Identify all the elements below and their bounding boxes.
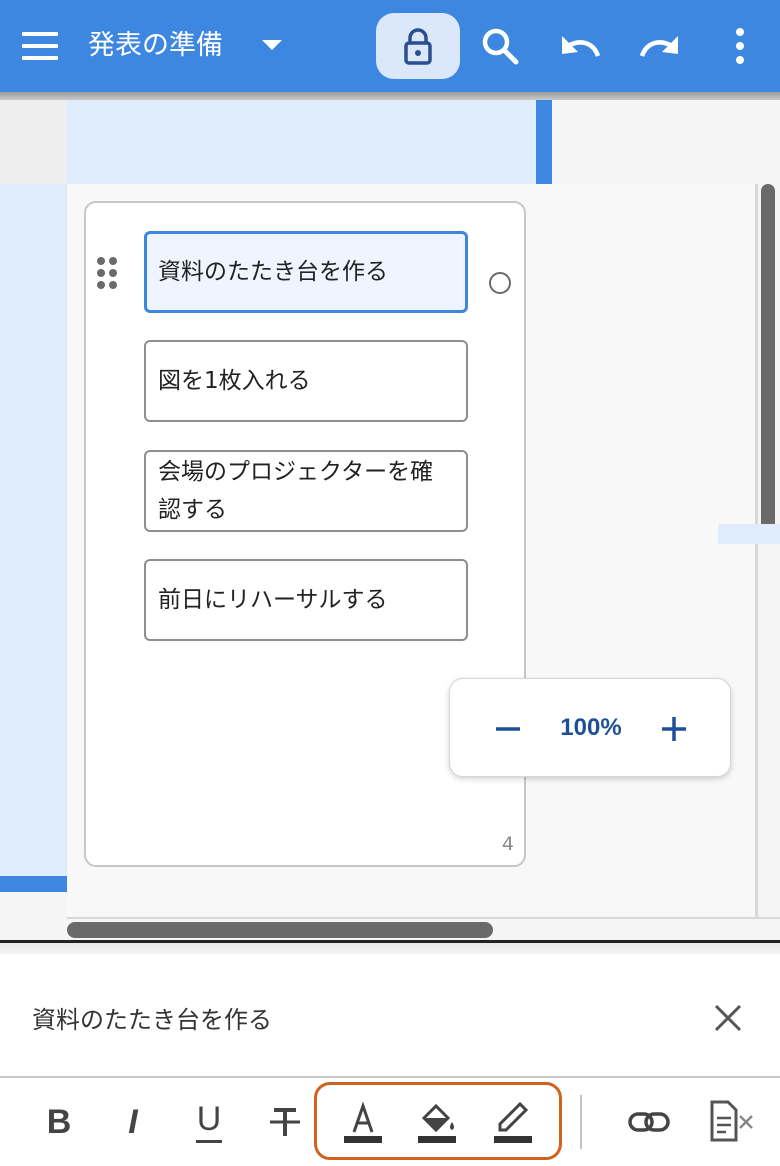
undo-icon[interactable] — [558, 24, 602, 68]
search-icon[interactable] — [478, 24, 522, 68]
lock-icon — [404, 28, 432, 65]
zoom-out-icon[interactable] — [488, 709, 528, 749]
app: 発表の準備 資料のたたき台を作る 図を1枚入れる 会場のプロジェクターを確認する… — [0, 0, 780, 1166]
vertical-scrollbar[interactable] — [761, 184, 775, 532]
edit-text-field[interactable]: 資料のたたき台を作る — [32, 1002, 272, 1038]
horizontal-scrollbar[interactable] — [67, 922, 493, 938]
border-color-icon[interactable] — [488, 1100, 538, 1144]
underline-letter: U — [196, 1100, 222, 1138]
redo-icon[interactable] — [638, 24, 682, 68]
panel-divider[interactable] — [0, 940, 780, 954]
horizontal-scroll-track — [67, 917, 780, 919]
lock-button[interactable] — [376, 13, 460, 79]
radio-button[interactable] — [489, 272, 511, 294]
text-color-icon[interactable] — [338, 1100, 388, 1144]
app-bar-shadow — [0, 92, 780, 100]
toolbar-separator — [580, 1095, 582, 1149]
clear-format-icon[interactable] — [706, 1100, 762, 1144]
close-icon[interactable] — [706, 996, 750, 1040]
list-item[interactable]: 資料のたたき台を作る — [144, 231, 468, 313]
strikethrough-icon[interactable] — [260, 1100, 310, 1144]
right-ruler-marker — [718, 524, 780, 544]
fill-color-icon[interactable] — [412, 1100, 462, 1144]
left-ruler-marker — [0, 876, 67, 892]
list-item[interactable]: 図を1枚入れる — [144, 340, 468, 422]
list-item-text: 資料のたたき台を作る — [158, 259, 388, 285]
page-number: 4 — [501, 833, 514, 855]
underline-icon[interactable]: U — [184, 1100, 234, 1144]
left-ruler — [0, 184, 67, 876]
more-vert-icon[interactable] — [718, 24, 762, 68]
divider — [0, 1076, 780, 1078]
menu-icon[interactable] — [16, 26, 64, 66]
text-edit-panel: 資料のたたき台を作る B I U — [0, 954, 780, 1166]
drag-handle-icon[interactable] — [94, 255, 120, 291]
list-item-text: 会場のプロジェクターを確認する — [158, 459, 434, 523]
zoom-control: 100% — [449, 678, 731, 777]
vertical-scroll-track — [755, 184, 758, 918]
link-icon[interactable] — [624, 1100, 674, 1144]
zoom-in-icon[interactable] — [654, 709, 694, 749]
top-ruler — [67, 100, 552, 184]
top-ruler-marker — [536, 100, 552, 184]
list-item-text: 図を1枚入れる — [158, 368, 311, 394]
underline-bar — [196, 1140, 222, 1143]
bold-icon[interactable]: B — [34, 1100, 84, 1144]
zoom-level: 100% — [560, 714, 622, 741]
top-app-bar: 発表の準備 — [0, 0, 780, 100]
list-item[interactable]: 会場のプロジェクターを確認する — [144, 450, 468, 532]
list-item-text: 前日にリハーサルする — [158, 587, 388, 613]
list-item[interactable]: 前日にリハーサルする — [144, 559, 468, 641]
page-title[interactable]: 発表の準備 — [88, 26, 223, 66]
ruler-corner — [0, 100, 67, 184]
italic-icon[interactable]: I — [108, 1100, 158, 1144]
dropdown-caret-icon[interactable] — [262, 40, 282, 50]
